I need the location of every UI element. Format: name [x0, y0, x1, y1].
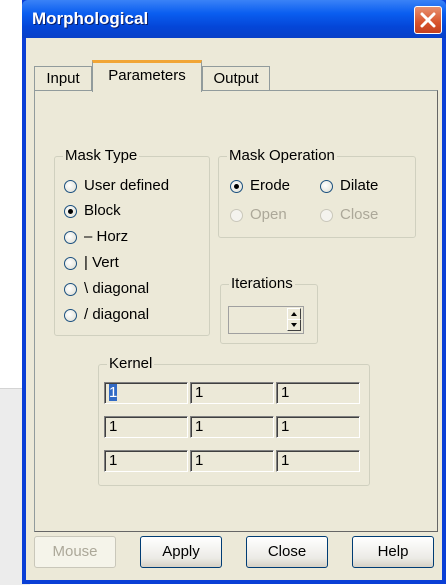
- close-x-icon: [420, 12, 436, 28]
- spin-down-button[interactable]: [287, 319, 301, 331]
- kernel-cell-value: 1: [195, 418, 204, 435]
- kernel-label: Kernel: [107, 355, 155, 373]
- dialog-window: Morphological Input Parameters Output Ma…: [22, 0, 446, 584]
- kernel-cell[interactable]: 1: [104, 416, 188, 438]
- radio-open-label: Open: [250, 206, 287, 223]
- mask-operation-group: Mask Operation: [218, 147, 416, 238]
- radio-user-defined-label[interactable]: User defined: [84, 177, 169, 195]
- tab-input[interactable]: Input: [34, 66, 92, 92]
- kernel-cell[interactable]: 1: [104, 382, 188, 404]
- kernel-cell[interactable]: 1: [276, 450, 360, 472]
- title-bar[interactable]: Morphological: [22, 0, 446, 38]
- kernel-cell-value: 1: [195, 384, 204, 401]
- radio-slash-diagonal-label[interactable]: / diagonal: [84, 306, 149, 324]
- mouse-button: Mouse: [34, 536, 116, 568]
- radio-horz[interactable]: [64, 231, 77, 244]
- radio-dilate-label[interactable]: Dilate: [340, 177, 378, 195]
- tab-input-label: Input: [46, 70, 80, 87]
- arrow-up-icon: [291, 312, 297, 316]
- tab-parameters-label: Parameters: [108, 67, 186, 84]
- radio-selected-dot: [68, 209, 73, 214]
- kernel-cell-value: 1: [109, 418, 118, 435]
- radio-dilate[interactable]: [320, 180, 333, 193]
- kernel-cell-value: 1: [281, 418, 290, 435]
- radio-close-label: Close: [340, 206, 379, 223]
- radio-block-label[interactable]: Block: [84, 202, 121, 220]
- tab-output[interactable]: Output: [202, 66, 270, 92]
- kernel-cell[interactable]: 1: [190, 450, 274, 472]
- kernel-cell[interactable]: 1: [190, 382, 274, 404]
- tab-output-label: Output: [213, 70, 259, 87]
- close-button[interactable]: Close: [246, 536, 328, 568]
- mask-type-label: Mask Type: [63, 147, 140, 165]
- arrow-down-icon: [291, 323, 297, 327]
- iterations-spinner[interactable]: [228, 306, 304, 334]
- radio-open: [230, 209, 243, 222]
- radio-vert-label[interactable]: | Vert: [84, 254, 119, 272]
- radio-vert[interactable]: [64, 257, 77, 270]
- close-window-button[interactable]: [414, 6, 442, 34]
- window-title: Morphological: [32, 9, 149, 28]
- radio-close: [320, 209, 333, 222]
- help-button[interactable]: Help: [352, 536, 434, 568]
- kernel-cell-value: 1: [109, 384, 118, 401]
- dialog-client-area: Input Parameters Output Mask Type User d…: [26, 38, 442, 580]
- radio-backslash-diagonal-label[interactable]: \ diagonal: [84, 280, 149, 298]
- kernel-cell-value: 1: [281, 384, 290, 401]
- radio-slash-diagonal[interactable]: [64, 309, 77, 322]
- iterations-label: Iterations: [229, 275, 295, 293]
- kernel-cell[interactable]: 1: [276, 416, 360, 438]
- radio-selected-dot: [234, 184, 239, 189]
- kernel-cell[interactable]: 1: [276, 382, 360, 404]
- radio-backslash-diagonal[interactable]: [64, 283, 77, 296]
- tab-parameters[interactable]: Parameters: [92, 60, 202, 92]
- radio-block[interactable]: [64, 205, 77, 218]
- kernel-cell-value: 1: [109, 452, 118, 469]
- apply-button[interactable]: Apply: [140, 536, 222, 568]
- mask-operation-label: Mask Operation: [227, 147, 337, 165]
- kernel-cell-value: 1: [195, 452, 204, 469]
- radio-erode[interactable]: [230, 180, 243, 193]
- kernel-cell-value: 1: [281, 452, 290, 469]
- radio-horz-label[interactable]: – Horz: [84, 228, 128, 246]
- kernel-cell[interactable]: 1: [190, 416, 274, 438]
- kernel-cell[interactable]: 1: [104, 450, 188, 472]
- radio-user-defined[interactable]: [64, 180, 77, 193]
- radio-erode-label[interactable]: Erode: [250, 177, 290, 195]
